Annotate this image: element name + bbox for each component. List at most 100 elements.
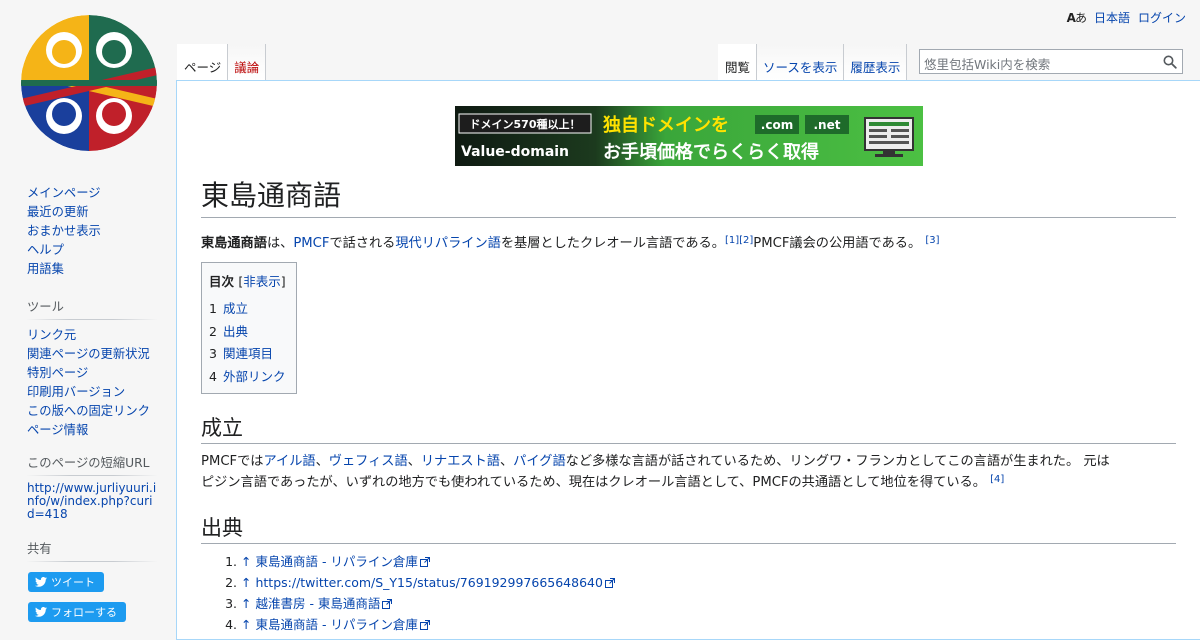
link-ail-language[interactable]: アイル語 bbox=[264, 454, 316, 469]
sidebar-item-printable-version[interactable]: 印刷用バージョン bbox=[27, 385, 125, 399]
banner-tld-net: .net bbox=[814, 118, 841, 132]
external-link-icon bbox=[382, 599, 393, 609]
intro-text: は、 bbox=[266, 236, 294, 251]
toc-item[interactable]: 4 外部リンク bbox=[209, 366, 289, 389]
table-of-contents: 目次 [非表示] 1 成立 2 出典 3 関連項目 4 外部リンク bbox=[201, 262, 297, 394]
toc-link[interactable]: 関連項目 bbox=[223, 346, 273, 361]
tab-talk[interactable]: 議論 bbox=[228, 44, 267, 80]
external-link-icon bbox=[419, 620, 430, 630]
link-linaest-language[interactable]: リナエスト語 bbox=[421, 454, 500, 469]
intro-text: PMCF議会の公用語である。 bbox=[753, 236, 922, 251]
follow-button[interactable]: フォローする bbox=[28, 602, 126, 622]
tab-view-source-label: ソースを表示 bbox=[763, 60, 838, 75]
sidebar-navigation: メインページ 最近の更新 おまかせ表示 ヘルプ 用語集 bbox=[27, 184, 157, 279]
ref-link-1[interactable]: [1] bbox=[725, 235, 739, 246]
tab-page-label: ページ bbox=[184, 60, 222, 75]
separator: 、 bbox=[407, 454, 421, 469]
toc-item[interactable]: 3 関連項目 bbox=[209, 343, 289, 366]
tab-page[interactable]: ページ bbox=[177, 44, 229, 80]
page-title: 東島通商語 bbox=[201, 177, 1176, 218]
origin-text: PMCFでは bbox=[201, 454, 264, 469]
ref-link-4[interactable]: [4] bbox=[990, 474, 1004, 485]
login-link[interactable]: ログイン bbox=[1138, 9, 1186, 26]
link-pmcf[interactable]: PMCF bbox=[293, 236, 329, 251]
tab-history-label: 履歴表示 bbox=[850, 60, 901, 75]
sidebar-share: 共有 ツイート フォローする bbox=[27, 539, 157, 628]
ref-number: 4. bbox=[225, 617, 237, 632]
sidebar-item-help[interactable]: ヘルプ bbox=[27, 243, 64, 257]
section-heading-sources: 出典 bbox=[201, 514, 1176, 544]
ref-number: 3. bbox=[225, 596, 237, 611]
origin-paragraph: PMCFではアイル語、ヴェフィス語、リナエスト語、パイグ語など多様な言語が話され… bbox=[201, 451, 1176, 493]
site-logo[interactable] bbox=[14, 8, 164, 158]
language-link[interactable]: 日本語 bbox=[1094, 9, 1130, 26]
link-paig-language[interactable]: パイグ語 bbox=[513, 454, 566, 469]
tab-read[interactable]: 閲覧 bbox=[718, 44, 758, 80]
sidebar-item-permanent-link[interactable]: この版への固定リンク bbox=[27, 404, 150, 418]
toc-link[interactable]: 成立 bbox=[223, 301, 248, 316]
banner-brand: Value-domain bbox=[461, 144, 569, 160]
toc-item[interactable]: 1 成立 bbox=[209, 298, 289, 321]
sidebar-item-main-page[interactable]: メインページ bbox=[27, 186, 101, 200]
tab-history[interactable]: 履歴表示 bbox=[844, 44, 908, 80]
sidebar-item-glossary[interactable]: 用語集 bbox=[27, 262, 64, 276]
ref-link-3[interactable]: [3] bbox=[925, 235, 939, 246]
search-placeholder: 悠里包括Wiki内を検索 bbox=[924, 57, 1051, 72]
ref-backlink[interactable]: ↑ bbox=[241, 554, 251, 569]
external-link-icon bbox=[419, 557, 430, 567]
banner-line1: 独自ドメインを bbox=[603, 114, 729, 136]
toc-item[interactable]: 2 出典 bbox=[209, 321, 289, 344]
view-tabs: 閲覧 ソースを表示 履歴表示 bbox=[718, 44, 908, 80]
link-vefis-language[interactable]: ヴェフィス語 bbox=[329, 454, 408, 469]
intro-text: で話される bbox=[329, 236, 396, 251]
tweet-button[interactable]: ツイート bbox=[28, 572, 104, 592]
list-item: 1. ↑ 東島通商語 - リパライン倉庫 bbox=[201, 551, 1101, 572]
toc-number: 4 bbox=[209, 368, 217, 384]
origin-text: ピジン言語であったが、いずれの地方でも使われているため、現在はクレオール言語とし… bbox=[201, 475, 986, 490]
toc-number: 2 bbox=[209, 323, 217, 339]
intro-paragraph: 東島通商語は、PMCFで話される現代リパライン語を基層としたクレオール言語である… bbox=[201, 233, 1176, 254]
toc-link[interactable]: 外部リンク bbox=[223, 369, 286, 384]
sidebar-item-what-links-here[interactable]: リンク元 bbox=[27, 328, 76, 342]
toc-number: 3 bbox=[209, 346, 217, 361]
toc-link[interactable]: 出典 bbox=[223, 324, 248, 339]
reference-list: 1. ↑ 東島通商語 - リパライン倉庫 2. ↑ https://twitter.… bbox=[201, 551, 1101, 635]
short-url-link[interactable]: http://www.jurliyuuri.info/w/index.php?c… bbox=[27, 481, 156, 521]
ref-backlink[interactable]: ↑ bbox=[241, 596, 251, 611]
sidebar-share-heading: 共有 bbox=[27, 539, 157, 562]
sidebar-item-related-changes[interactable]: 関連ページの更新状況 bbox=[27, 347, 150, 361]
toc-title-label: 目次 bbox=[209, 274, 235, 289]
list-item: 3. ↑ 越淮書房 - 東島通商語 bbox=[201, 593, 1101, 614]
ref-external-link[interactable]: 越淮書房 - 東島通商語 bbox=[255, 596, 380, 611]
sidebar-item-page-info[interactable]: ページ情報 bbox=[27, 423, 88, 437]
link-modern-lipalain[interactable]: 現代リパライン語 bbox=[395, 236, 501, 251]
sidebar-item-recent-changes[interactable]: 最近の更新 bbox=[27, 205, 89, 219]
toc-title: 目次 [非表示] bbox=[209, 274, 286, 289]
search-input[interactable]: 悠里包括Wiki内を検索 bbox=[919, 49, 1183, 74]
ref-external-link[interactable]: https://twitter.com/S_Y15/status/7691929… bbox=[255, 575, 602, 590]
ad-banner[interactable]: ドメイン570種以上！ Value-domain 独自ドメインを お手頃価格でら… bbox=[455, 106, 923, 166]
language-icon[interactable]: Aあ bbox=[1067, 9, 1087, 26]
sidebar-shorturl: このページの短縮URL http://www.jurliyuuri.info/w… bbox=[27, 453, 157, 521]
sidebar-item-random-page[interactable]: おまかせ表示 bbox=[27, 224, 101, 238]
sidebar-shorturl-heading: このページの短縮URL bbox=[27, 453, 157, 476]
list-item: 2. ↑ https://twitter.com/S_Y15/status/769… bbox=[201, 572, 1101, 593]
toc-number: 1 bbox=[209, 301, 217, 316]
section-heading-origin: 成立 bbox=[201, 414, 1176, 444]
ref-link-2[interactable]: [2] bbox=[739, 235, 753, 246]
toc-toggle-link[interactable]: 非表示 bbox=[243, 274, 281, 289]
intro-text: を基層としたクレオール言語である。 bbox=[500, 236, 725, 251]
sidebar-item-special-pages[interactable]: 特別ページ bbox=[27, 366, 88, 380]
ref-backlink[interactable]: ↑ bbox=[241, 575, 251, 590]
follow-label: フォローする bbox=[51, 606, 117, 619]
search-icon[interactable] bbox=[1163, 55, 1177, 69]
banner-line2: お手頃価格でらくらく取得 bbox=[603, 141, 819, 163]
twitter-bird-icon bbox=[35, 577, 47, 587]
tab-view-source[interactable]: ソースを表示 bbox=[757, 44, 845, 80]
sidebar-tools: ツール リンク元 関連ページの更新状況 特別ページ 印刷用バージョン この版への… bbox=[27, 297, 157, 440]
ref-external-link[interactable]: 東島通商語 - リパライン倉庫 bbox=[255, 554, 417, 569]
banner-tld-com: .com bbox=[761, 118, 793, 132]
banner-tag: ドメイン570種以上！ bbox=[470, 117, 581, 131]
tweet-label: ツイート bbox=[51, 576, 95, 589]
separator: 、 bbox=[315, 454, 329, 469]
